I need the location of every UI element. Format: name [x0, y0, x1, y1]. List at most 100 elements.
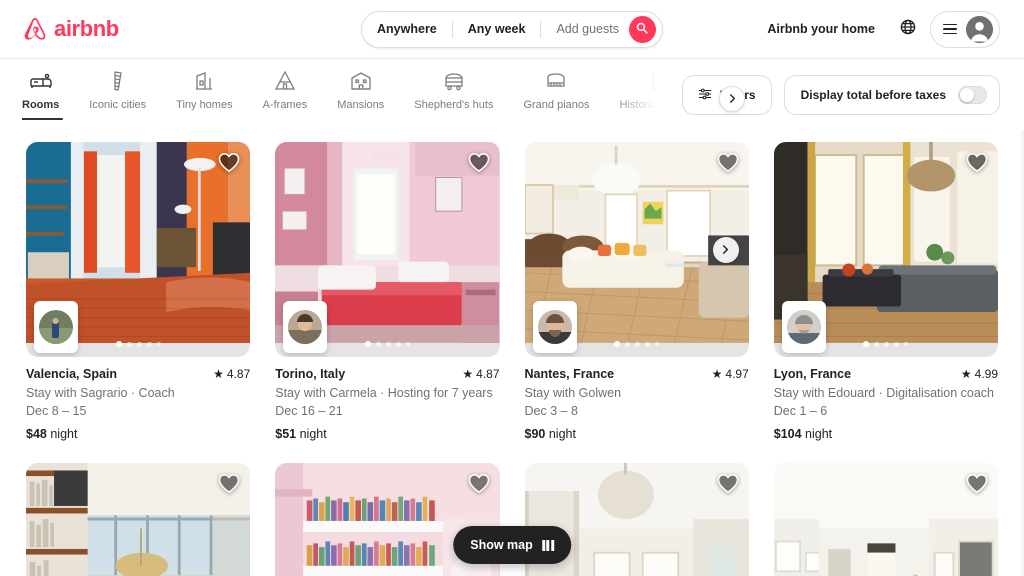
category-next-button[interactable] — [719, 86, 745, 112]
price-unit: night — [50, 427, 78, 442]
language-globe-button[interactable] — [892, 13, 924, 45]
listing-title: Torino, Italy — [275, 367, 346, 381]
category-item-grand-pianos[interactable]: Grand pianos — [523, 69, 590, 119]
search-bar[interactable]: Anywhere Any week Add guests — [361, 11, 663, 48]
host-avatar — [786, 310, 821, 344]
category-label: Mansions — [337, 99, 385, 111]
listings-grid: Valencia, Spain ★ 4.87 Stay with Sagrari… — [0, 130, 1024, 576]
listing-price: $90 night — [525, 427, 749, 441]
image-pagination-dots[interactable] — [525, 341, 749, 347]
listing-dates: Dec 1 – 6 — [773, 404, 828, 418]
host-avatar — [537, 310, 572, 344]
rating-value: 4.99 — [974, 367, 998, 381]
category-label: Rooms — [22, 99, 60, 111]
category-bar: Rooms Iconic cities Tiny homes A-frames … — [0, 58, 1024, 130]
a-frame-icon — [273, 69, 297, 93]
favorite-heart-icon[interactable] — [966, 152, 988, 177]
image-pagination-dots[interactable] — [774, 341, 998, 347]
category-label: Tiny homes — [176, 99, 233, 111]
display-total-before-taxes-toggle[interactable]: Display total before taxes — [783, 75, 1000, 115]
listing-title-row: Nantes, France ★ 4.97 — [525, 366, 749, 383]
listing-rating: ★ 4.97 — [712, 367, 749, 381]
show-map-button[interactable]: Show map — [453, 526, 571, 564]
price-unit: night — [805, 427, 833, 442]
user-avatar-icon[interactable] — [966, 15, 993, 43]
mansion-icon — [349, 69, 373, 93]
category-item-historical-homes[interactable]: Historical homes — [620, 69, 664, 119]
favorite-heart-icon[interactable] — [966, 473, 988, 498]
search-when[interactable]: Any week — [453, 12, 541, 47]
airbnb-your-home-link[interactable]: Airbnb your home — [756, 13, 886, 45]
listing-info: Torino, Italy ★ 4.87 Stay with Carmela ·… — [275, 357, 499, 441]
favorite-heart-icon[interactable] — [717, 152, 739, 177]
listing-next-image-button[interactable] — [712, 236, 739, 263]
listing-card[interactable]: Torino, Italy ★ 4.87 Stay with Carmela ·… — [275, 142, 500, 441]
category-label: Iconic cities — [89, 99, 147, 111]
rating-value: 4.87 — [226, 367, 251, 381]
listing-image[interactable] — [275, 142, 500, 357]
listing-image[interactable] — [26, 142, 251, 357]
category-carousel[interactable]: Rooms Iconic cities Tiny homes A-frames … — [22, 59, 664, 131]
star-icon: ★ — [213, 367, 224, 381]
star-icon: ★ — [711, 367, 723, 381]
globe-icon — [900, 19, 916, 40]
listing-rating: ★ 4.87 — [213, 367, 250, 381]
search-guests[interactable]: Add guests — [541, 12, 629, 47]
listing-card[interactable] — [773, 463, 998, 576]
listing-title: Valencia, Spain — [26, 367, 118, 381]
taxes-switch-knob — [960, 88, 974, 102]
search-where[interactable]: Anywhere — [362, 12, 452, 47]
listing-subtitle: Stay with Golwen — [524, 385, 622, 400]
favorite-heart-icon[interactable] — [468, 152, 490, 177]
category-item-tiny-homes[interactable]: Tiny homes — [176, 69, 233, 119]
listing-card[interactable]: Nantes, France ★ 4.97 Stay with Golwen D… — [524, 142, 749, 441]
listing-image[interactable] — [773, 463, 998, 576]
bed-room-icon — [29, 69, 53, 93]
listings-area[interactable]: Valencia, Spain ★ 4.87 Stay with Sagrari… — [0, 130, 1024, 576]
hamburger-menu-icon[interactable] — [943, 23, 957, 35]
category-item-mansions[interactable]: Mansions — [337, 69, 384, 119]
category-item-iconic-cities[interactable]: Iconic cities — [89, 69, 146, 119]
price-unit: night — [548, 427, 576, 442]
listing-info: Nantes, France ★ 4.97 Stay with Golwen D… — [525, 357, 749, 441]
listing-card[interactable]: Valencia, Spain ★ 4.87 Stay with Sagrari… — [26, 142, 251, 442]
taxes-switch[interactable] — [958, 86, 987, 104]
listing-card[interactable] — [26, 463, 251, 576]
favorite-heart-icon[interactable] — [717, 473, 739, 498]
listing-image[interactable] — [26, 463, 251, 576]
listing-dates: Dec 8 – 15 — [26, 404, 87, 418]
shepherds-hut-icon — [442, 69, 466, 93]
listing-dates: Dec 16 – 21 — [275, 404, 343, 418]
listing-subtitle: Stay with Edouard · Digitalisation coach — [773, 385, 995, 400]
airbnb-logo[interactable]: airbnb — [22, 15, 119, 43]
leaning-tower-icon — [106, 69, 130, 93]
listing-card[interactable]: Lyon, France ★ 4.99 Stay with Edouard · … — [773, 142, 998, 441]
historical-home-icon — [648, 69, 664, 93]
star-icon: ★ — [960, 367, 972, 381]
listing-image[interactable] — [524, 142, 749, 357]
favorite-heart-icon[interactable] — [468, 473, 490, 498]
image-pagination-dots[interactable] — [26, 341, 250, 347]
listing-rating: ★ 4.87 — [462, 367, 499, 381]
airbnb-logo-icon — [22, 15, 48, 43]
price-amount: $51 — [275, 427, 297, 442]
filter-sliders-icon — [698, 87, 712, 104]
price-amount: $48 — [26, 427, 47, 442]
category-label: Historical homes — [619, 99, 664, 111]
listing-price: $104 night — [774, 427, 998, 441]
profile-menu-button[interactable] — [930, 10, 1000, 48]
price-amount: $104 — [773, 427, 802, 442]
category-item-rooms[interactable]: Rooms — [22, 69, 64, 120]
chevron-right-icon — [728, 90, 737, 108]
listing-image[interactable] — [773, 142, 998, 357]
favorite-heart-icon[interactable] — [218, 473, 240, 498]
category-item-a-frames[interactable]: A-frames — [262, 69, 308, 119]
favorite-heart-icon[interactable] — [218, 152, 240, 177]
grand-piano-icon — [544, 69, 568, 93]
category-item-shepherds-huts[interactable]: Shepherd's huts — [414, 69, 493, 119]
listing-title-row: Lyon, France ★ 4.99 — [774, 366, 998, 383]
image-pagination-dots[interactable] — [275, 341, 499, 347]
search-button[interactable] — [628, 16, 656, 43]
listing-title-row: Torino, Italy ★ 4.87 — [275, 366, 499, 383]
category-label: A-frames — [262, 99, 308, 111]
